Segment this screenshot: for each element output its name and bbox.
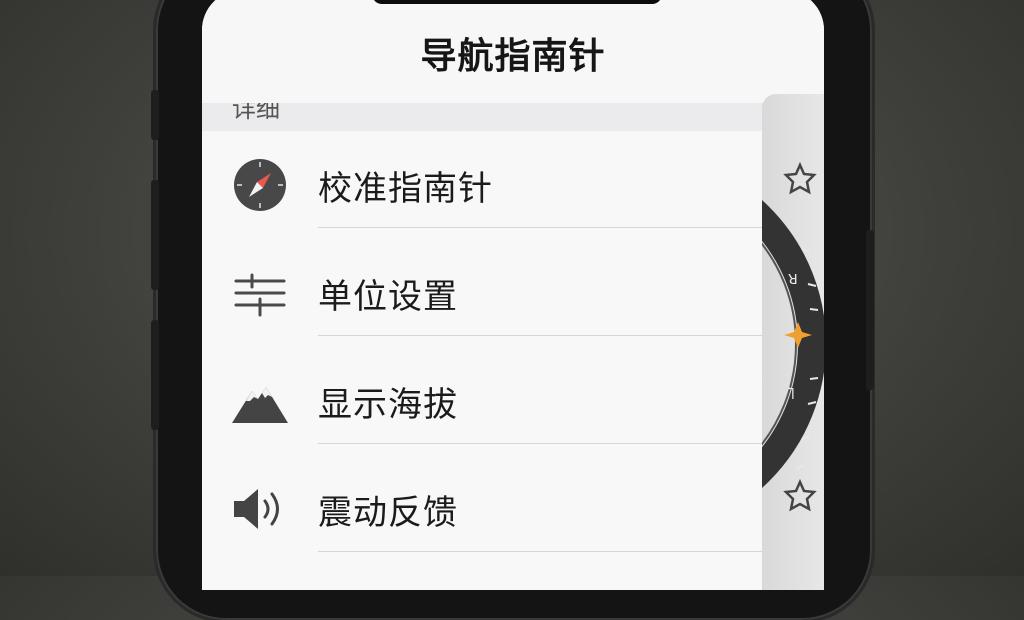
svg-text:ꓤ: ꓤ bbox=[788, 272, 798, 288]
divider bbox=[318, 443, 762, 444]
speaker-icon bbox=[230, 479, 290, 539]
menu-item-label: 震动反馈 bbox=[318, 493, 458, 533]
menu-item-vibration-feedback[interactable]: 震动反馈 bbox=[202, 455, 762, 563]
menu-item-label: 显示海拔 bbox=[318, 385, 458, 425]
compass-icon bbox=[230, 155, 290, 215]
mountain-icon bbox=[230, 371, 290, 431]
phone-notch bbox=[372, 0, 662, 4]
partial-section-label: 详细 bbox=[232, 103, 280, 123]
partial-section-header: 详细 bbox=[202, 103, 824, 131]
divider bbox=[318, 551, 762, 552]
navigation-bar: 导航指南针 bbox=[202, 0, 824, 103]
phone-volume-down-button bbox=[151, 320, 159, 430]
menu-item-label: 校准指南针 bbox=[318, 169, 493, 209]
phone-volume-up-button bbox=[151, 180, 159, 290]
compass-dial-icon: ꓤ Ⴈ bbox=[762, 161, 824, 512]
menu-item-show-altitude[interactable]: 显示海拔 bbox=[202, 347, 762, 455]
phone-screen: 导航指南针 详细 ꓤ Ⴈ 校准指南针 单位设置 显示海拔 震动反馈 bbox=[202, 0, 824, 590]
settings-menu: 校准指南针 单位设置 显示海拔 震动反馈 bbox=[202, 131, 762, 590]
menu-item-calibrate-compass[interactable]: 校准指南针 bbox=[202, 131, 762, 239]
divider bbox=[318, 335, 762, 336]
phone-power-button bbox=[866, 230, 874, 390]
menu-item-label: 单位设置 bbox=[318, 277, 458, 317]
divider bbox=[318, 227, 762, 228]
sliders-icon bbox=[230, 263, 290, 323]
page-title: 导航指南针 bbox=[420, 36, 606, 77]
compass-preview: ꓤ Ⴈ bbox=[762, 94, 824, 590]
menu-item-unit-settings[interactable]: 单位设置 bbox=[202, 239, 762, 347]
phone-side-button bbox=[151, 90, 159, 140]
svg-text:Ⴈ: Ⴈ bbox=[788, 385, 794, 403]
